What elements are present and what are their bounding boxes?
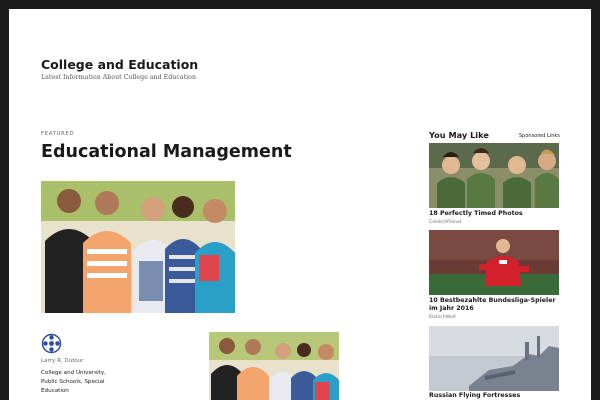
sponsored-links-label[interactable]: Sponsored Links — [519, 133, 560, 139]
post-content-image[interactable] — [209, 332, 339, 400]
ad-title-1[interactable]: 18 Perfectly Timed Photos — [429, 210, 564, 218]
post-categories[interactable]: College and University, Public Schools, … — [41, 369, 121, 396]
students-photo-image — [209, 332, 339, 400]
post-title[interactable]: Educational Management — [41, 142, 292, 162]
ad-source-2[interactable]: KlatschWelt — [429, 315, 456, 320]
page-content: College and Education Latest Information… — [9, 9, 591, 400]
students-photo-image — [41, 181, 235, 313]
sidebar-title: You May Like — [429, 130, 489, 140]
ad-title-2[interactable]: 10 Bestbezahlte Bundesliga-Spieler im Ja… — [429, 297, 564, 313]
author-avatar-icon[interactable] — [41, 333, 62, 354]
post-featured-image[interactable] — [41, 181, 235, 313]
author-name[interactable]: Larry R. Dufour — [41, 358, 83, 364]
site-description: Latest Information About College and Edu… — [41, 74, 197, 81]
ad-image-1[interactable] — [429, 143, 559, 208]
ad-source-1[interactable]: CelebritPlanet — [429, 220, 461, 225]
featured-label: FEATURED — [41, 131, 75, 137]
ad-title-3[interactable]: Russian Flying Fortresses — [429, 392, 564, 400]
ad-image-3[interactable] — [429, 326, 559, 391]
ad-image-2[interactable] — [429, 230, 559, 295]
site-title[interactable]: College and Education — [41, 57, 198, 72]
